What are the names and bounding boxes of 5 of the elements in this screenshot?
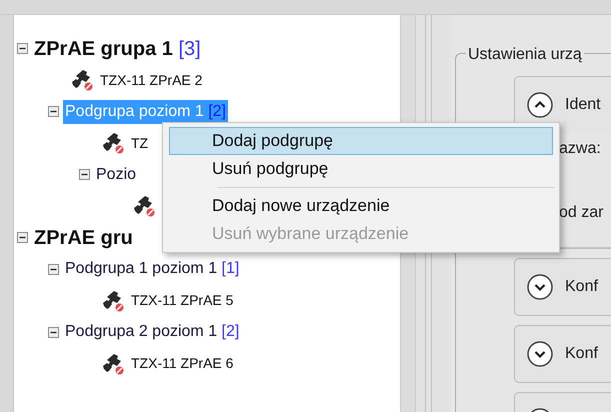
section-title: Ident (565, 95, 601, 115)
section-title: Konf (565, 277, 598, 297)
field-label: od zar (559, 203, 604, 223)
field-label: azwa: (559, 139, 602, 159)
section-title: Konf (565, 344, 598, 364)
